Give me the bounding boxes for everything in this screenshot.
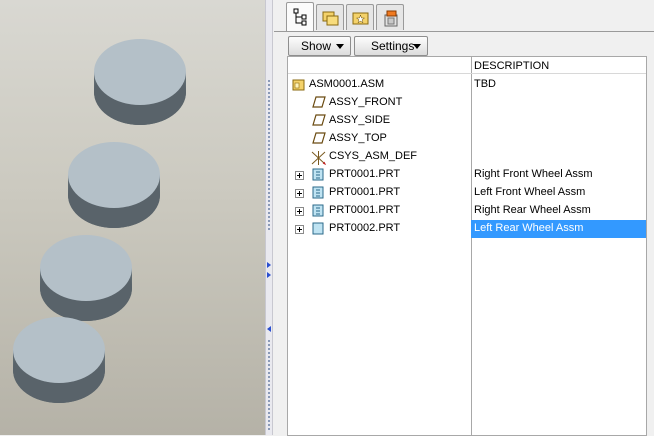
expand-right-icon[interactable] <box>267 262 271 268</box>
tree-row-assy-front[interactable]: ASSY_FRONT <box>288 94 646 112</box>
tree-row-name: PRT0002.PRT <box>329 222 401 234</box>
collapse-left-icon[interactable] <box>267 326 271 332</box>
panel-splitter[interactable] <box>265 0 273 435</box>
folder-browser-icon <box>322 11 339 26</box>
tree-row-name: ASM0001.ASM <box>309 78 385 90</box>
settings-menu-button[interactable]: Settings <box>354 36 428 56</box>
expand-plus-icon[interactable] <box>295 189 304 198</box>
expand-plus-icon[interactable] <box>295 207 304 216</box>
tree-row-prt0001-left-front[interactable]: PRT0001.PRT Left Front Wheel Assm <box>288 184 646 202</box>
header-separator <box>288 73 646 74</box>
tab-model-tree[interactable] <box>286 2 314 32</box>
tab-folder-browser[interactable] <box>316 4 344 30</box>
show-menu-label: Show <box>301 39 332 53</box>
navigator-panel: Show Settings DESCRIPTION ASM0001.ASM TB… <box>274 0 654 436</box>
part-icon <box>312 168 324 181</box>
expand-right-icon[interactable] <box>267 272 271 278</box>
part-icon <box>312 222 324 235</box>
favorites-icon <box>352 12 369 25</box>
datum-plane-icon <box>312 132 326 144</box>
tree-row-name: PRT0001.PRT <box>329 186 401 198</box>
wheel-disc-1 <box>94 39 186 125</box>
tree-row-name: CSYS_ASM_DEF <box>329 150 418 162</box>
wheel-discs-graphic <box>13 39 186 403</box>
tree-row-name: PRT0001.PRT <box>329 168 401 180</box>
splitter-grip <box>268 80 272 230</box>
tree-row-description: Left Rear Wheel Assm <box>474 222 584 234</box>
connections-icon <box>384 10 398 27</box>
tab-favorites[interactable] <box>346 4 374 30</box>
splitter-grip <box>268 340 272 430</box>
wheel-disc-2 <box>68 142 160 228</box>
wheel-disc-4 <box>13 317 105 403</box>
assembly-icon <box>292 79 305 91</box>
tree-row-description: Right Front Wheel Assm <box>474 168 593 180</box>
tree-row-csys-asm-def[interactable]: CSYS_ASM_DEF <box>288 148 646 166</box>
expand-plus-icon[interactable] <box>295 171 304 180</box>
tree-row-name: PRT0001.PRT <box>329 204 401 216</box>
part-icon <box>312 204 324 217</box>
tree-row-description: Right Rear Wheel Assm <box>474 204 591 216</box>
navigator-toolbar: Show Settings <box>274 33 654 57</box>
tree-row-assy-side[interactable]: ASSY_SIDE <box>288 112 646 130</box>
3d-model-viewport[interactable] <box>0 0 265 435</box>
datum-plane-icon <box>312 114 326 126</box>
tab-connections[interactable] <box>376 4 404 30</box>
tree-row-asm0001[interactable]: ASM0001.ASM TBD <box>288 76 646 94</box>
tree-row-name: ASSY_FRONT <box>329 96 403 108</box>
expand-plus-icon[interactable] <box>295 225 304 234</box>
description-column-header[interactable]: DESCRIPTION <box>474 60 549 72</box>
tree-row-prt0002-left-rear[interactable]: PRT0002.PRT Left Rear Wheel Assm <box>288 220 646 238</box>
part-icon <box>312 186 324 199</box>
model-tree[interactable]: DESCRIPTION ASM0001.ASM TBD ASSY_FRONT A… <box>287 56 647 436</box>
tree-row-description: Left Front Wheel Assm <box>474 186 586 198</box>
tree-row-assy-top[interactable]: ASSY_TOP <box>288 130 646 148</box>
wheel-disc-3 <box>40 235 132 321</box>
tree-row-name: ASSY_SIDE <box>329 114 391 126</box>
chevron-down-icon <box>413 44 421 49</box>
coordinate-system-icon <box>311 151 327 166</box>
navigator-tab-bar <box>274 0 654 32</box>
model-tree-icon <box>293 8 307 26</box>
tree-row-description: TBD <box>474 78 496 90</box>
tree-row-name: ASSY_TOP <box>329 132 387 144</box>
chevron-down-icon <box>336 44 344 49</box>
show-menu-button[interactable]: Show <box>288 36 351 56</box>
tree-row-prt0001-right-front[interactable]: PRT0001.PRT Right Front Wheel Assm <box>288 166 646 184</box>
datum-plane-icon <box>312 96 326 108</box>
tree-row-prt0001-right-rear[interactable]: PRT0001.PRT Right Rear Wheel Assm <box>288 202 646 220</box>
tab-bar-border <box>274 31 654 32</box>
settings-menu-label: Settings <box>371 39 415 53</box>
